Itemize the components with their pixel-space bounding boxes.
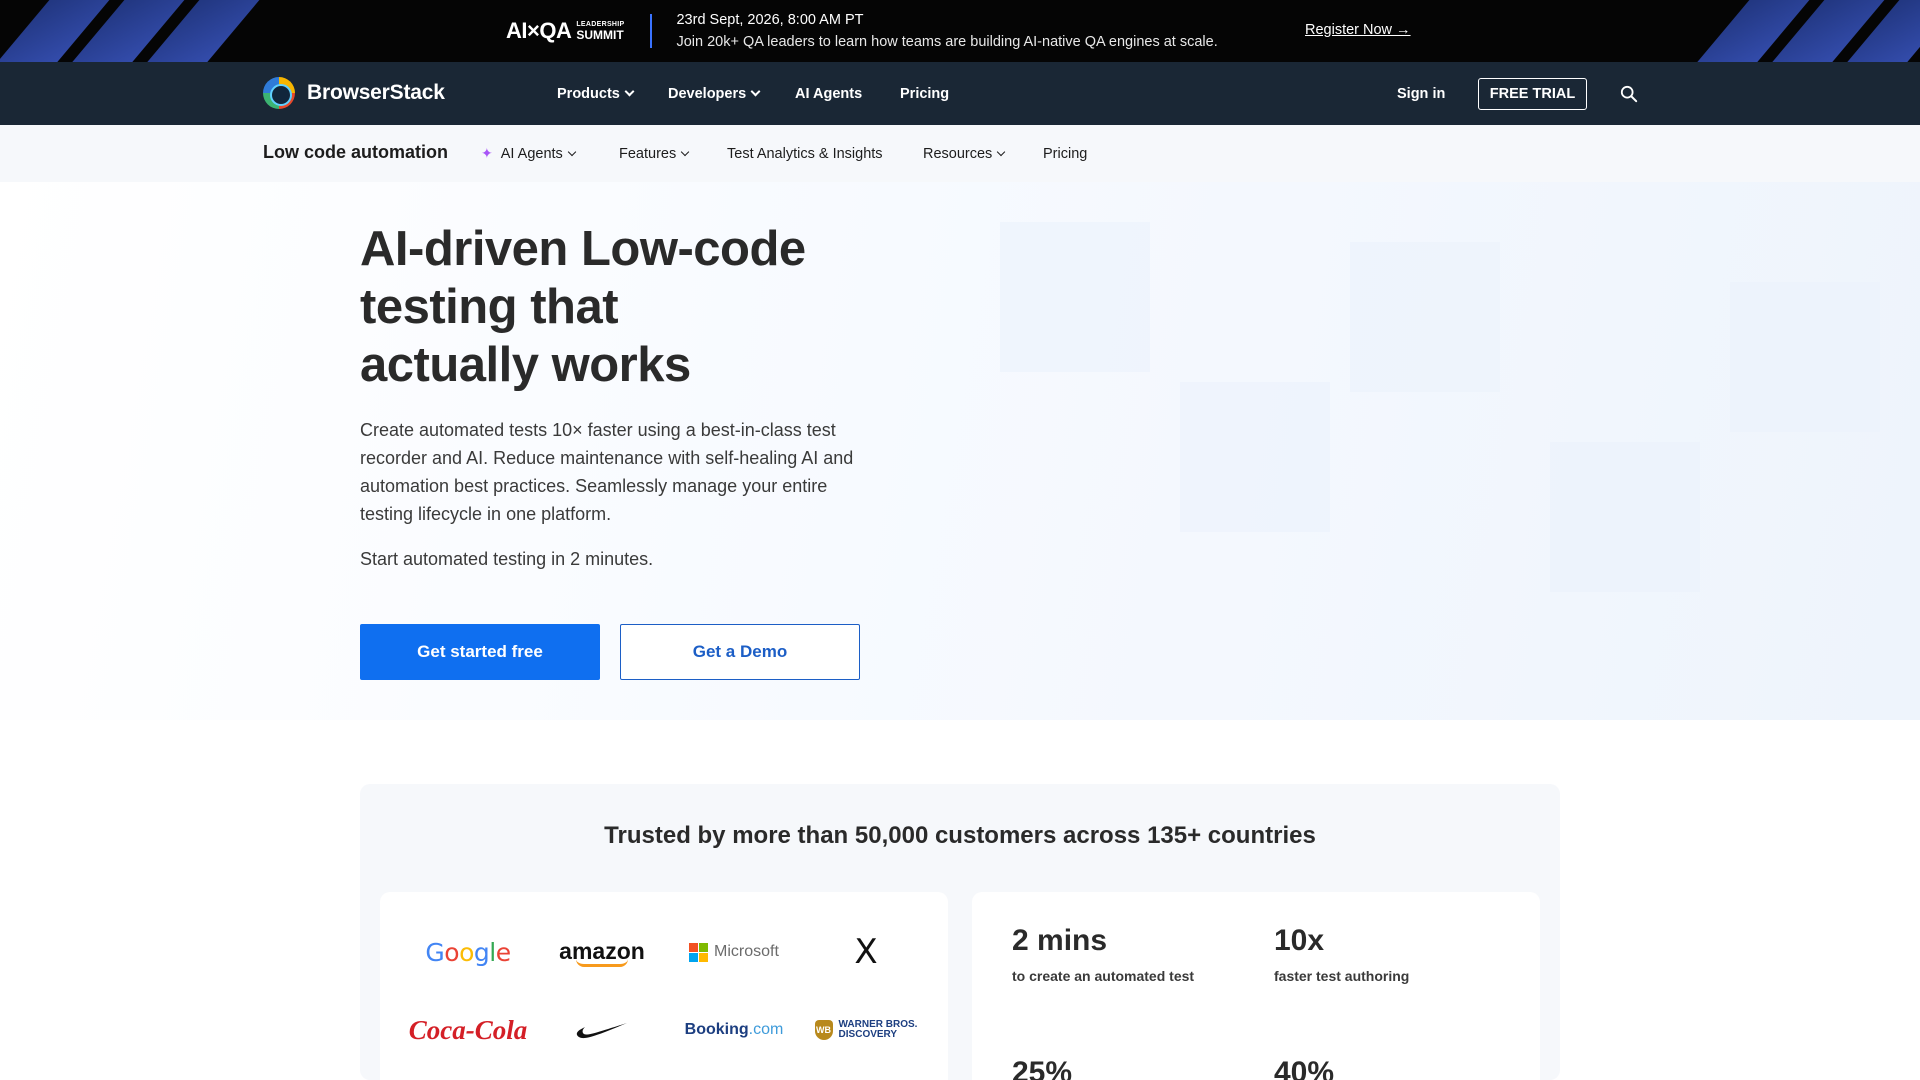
hero-title: AI-driven Low-code testing that actually…	[360, 222, 806, 392]
nav-developers[interactable]: Developers	[668, 62, 761, 125]
free-trial-button[interactable]: FREE TRIAL	[1478, 78, 1587, 110]
hero-start-text: Start automated testing in 2 minutes.	[360, 549, 654, 569]
hero-description: Create automated tests 10× faster using …	[360, 420, 854, 524]
cocacola-logo: Coca-Cola	[408, 1014, 528, 1045]
subnav-test-analytics[interactable]: Test Analytics & Insights	[727, 125, 883, 182]
product-subnav: Low code automation ✦ AI Agents Features…	[0, 125, 1920, 182]
microsoft-logo-icon	[689, 942, 709, 962]
decorative-tile	[1350, 242, 1500, 392]
nav-ai-agents[interactable]: AI Agents	[795, 62, 862, 125]
register-now-link[interactable]: Register Now →	[1305, 22, 1411, 38]
stat-item: 25%	[1012, 1056, 1072, 1080]
summit-logo-bottom: SUMMIT	[576, 28, 624, 42]
trust-section: Trusted by more than 50,000 customers ac…	[360, 784, 1560, 1080]
x-logo: X	[854, 932, 878, 972]
summit-logo-main: AI×QA	[506, 18, 572, 43]
stats-card: 2 mins to create an automated test 10x f…	[972, 892, 1540, 1080]
stat-value: 40%	[1274, 1056, 1335, 1080]
stat-value: 2 mins	[1012, 924, 1108, 957]
subnav-ai-agents[interactable]: ✦ AI Agents	[481, 125, 577, 182]
chevron-down-icon	[567, 147, 577, 156]
stat-item: 2 mins to create an automated test	[1012, 924, 1194, 984]
amazon-logo: amazon	[542, 934, 662, 970]
stat-item: 40%	[1274, 1056, 1334, 1080]
nike-swoosh-icon	[576, 1023, 627, 1039]
warner-bros-discovery-logo: WB WARNER BROS. DISCOVERY	[814, 1019, 918, 1040]
brand-name: BrowserStack	[307, 81, 445, 104]
nav-products[interactable]: Products	[557, 62, 635, 125]
get-started-free-button[interactable]: Get started free	[360, 624, 600, 680]
brand-home-link[interactable]: BrowserStack	[263, 77, 445, 109]
decorative-tile	[1180, 382, 1330, 532]
get-a-demo-button[interactable]: Get a Demo	[620, 624, 860, 680]
trust-title: Trusted by more than 50,000 customers ac…	[604, 822, 1316, 849]
subnav-pricing[interactable]: Pricing	[1043, 125, 1087, 182]
promo-divider	[650, 14, 653, 48]
stat-value: 25%	[1012, 1056, 1073, 1080]
sign-in-link[interactable]: Sign in	[1397, 62, 1445, 125]
promo-subtitle: Join 20k+ QA leaders to learn how teams …	[676, 34, 1218, 50]
main-navigation: BrowserStack Products Developers AI Agen…	[0, 62, 1920, 125]
nike-logo	[542, 1012, 662, 1048]
decorative-tile	[1000, 222, 1150, 372]
hero-section: AI-driven Low-code testing that actually…	[0, 182, 1920, 720]
chevron-down-icon	[997, 147, 1006, 156]
customer-logos-card: Google amazon Microsoft X Coca-Cola Book…	[380, 892, 948, 1080]
booking-logo: Booking .com	[684, 1021, 784, 1038]
stat-label: faster test authoring	[1274, 968, 1410, 984]
nav-pricing[interactable]: Pricing	[900, 62, 949, 125]
stat-label: to create an automated test	[1012, 968, 1195, 984]
microsoft-logo: Microsoft	[674, 934, 794, 970]
subnav-features[interactable]: Features	[619, 125, 690, 182]
chevron-down-icon	[750, 86, 761, 97]
decorative-tile	[1550, 442, 1700, 592]
decorative-tile	[1730, 282, 1880, 432]
subnav-title[interactable]: Low code automation	[263, 142, 448, 163]
sparkle-icon: ✦	[481, 145, 493, 161]
promo-banner: AI×QA LEADERSHIP SUMMIT 23rd Sept, 2026,…	[0, 0, 1920, 62]
chevron-down-icon	[680, 147, 690, 156]
stat-item: 10x faster test authoring	[1274, 924, 1409, 984]
search-icon[interactable]	[1620, 85, 1638, 103]
browserstack-logo-icon	[263, 77, 295, 109]
google-logo: Google	[425, 937, 511, 967]
summit-logo: AI×QA LEADERSHIP SUMMIT	[506, 18, 624, 44]
stat-value: 10x	[1274, 924, 1325, 957]
promo-content: AI×QA LEADERSHIP SUMMIT 23rd Sept, 2026,…	[506, 0, 1218, 62]
promo-date: 23rd Sept, 2026, 8:00 AM PT	[676, 12, 864, 28]
subnav-resources[interactable]: Resources	[923, 125, 1006, 182]
chevron-down-icon	[624, 86, 635, 97]
wb-shield-icon: WB	[814, 1020, 833, 1040]
